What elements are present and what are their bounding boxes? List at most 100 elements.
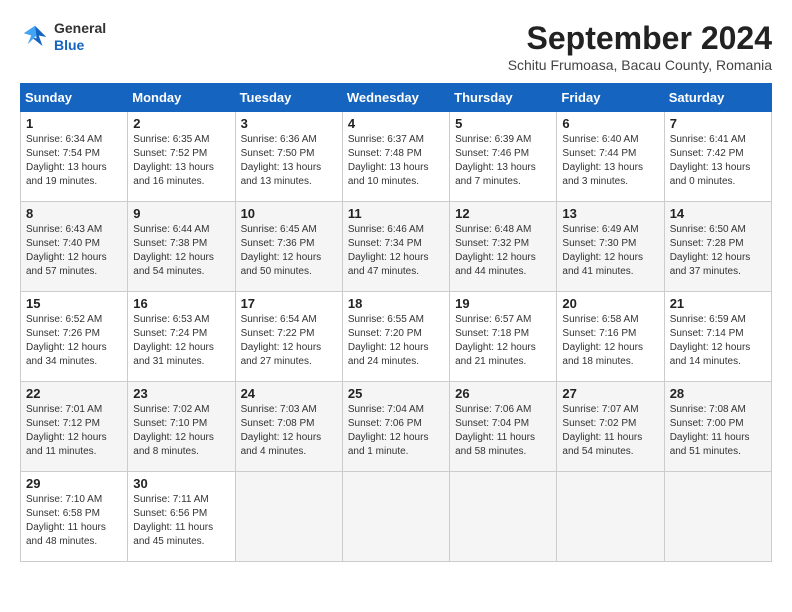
calendar-cell-16: 16Sunrise: 6:53 AMSunset: 7:24 PMDayligh… — [128, 292, 235, 382]
calendar-cell-30: 30 Sunrise: 7:11 AMSunset: 6:56 PMDayligh… — [128, 472, 235, 562]
cell-text-6: Sunrise: 6:40 AMSunset: 7:44 PMDaylight:… — [562, 133, 658, 189]
day-number-25: 25 — [348, 386, 444, 401]
calendar-cell-8: 8 Sunrise: 6:43 AMSunset: 7:40 PMDaylight… — [21, 202, 128, 292]
calendar-cell-10: 10 Sunrise: 6:45 AMSunset: 7:36 PMDayligh… — [235, 202, 342, 292]
day-number-21: 21 — [670, 296, 766, 311]
day-number-6: 6 — [562, 116, 658, 131]
col-sunday: Sunday — [21, 84, 128, 112]
cell-text-17: Sunrise: 6:54 AMSunset: 7:22 PMDaylight:… — [241, 313, 337, 369]
cell-text-14: Sunrise: 6:50 AMSunset: 7:28 PMDaylight:… — [670, 223, 766, 279]
week-row-5: 29 Sunrise: 7:10 AMSunset: 6:58 PMDayligh… — [21, 472, 772, 562]
cell-text-29: Sunrise: 7:10 AMSunset: 6:58 PMDaylight:… — [26, 493, 122, 549]
col-tuesday: Tuesday — [235, 84, 342, 112]
week-row-2: 8 Sunrise: 6:43 AMSunset: 7:40 PMDaylight… — [21, 202, 772, 292]
day-number-29: 29 — [26, 476, 122, 491]
calendar-cell-12: 12 Sunrise: 6:48 AMSunset: 7:32 PMDayligh… — [450, 202, 557, 292]
calendar-cell-empty — [235, 472, 342, 562]
day-number-13: 13 — [562, 206, 658, 221]
cell-text-23: Sunrise: 7:02 AMSunset: 7:10 PMDaylight:… — [133, 403, 229, 459]
logo-icon — [20, 22, 50, 52]
day-number-30: 30 — [133, 476, 229, 491]
calendar-cell-5: 5 Sunrise: 6:39 AMSunset: 7:46 PMDaylight… — [450, 112, 557, 202]
day-number-22: 22 — [26, 386, 122, 401]
day-number-1: 1 — [26, 116, 122, 131]
col-friday: Friday — [557, 84, 664, 112]
cell-text-3: Sunrise: 6:36 AMSunset: 7:50 PMDaylight:… — [241, 133, 337, 189]
calendar-cell-1: 1 Sunrise: 6:34 AMSunset: 7:54 PMDaylight… — [21, 112, 128, 202]
cell-text-9: Sunrise: 6:44 AMSunset: 7:38 PMDaylight:… — [133, 223, 229, 279]
day-number-15: 15 — [26, 296, 122, 311]
calendar-cell-11: 11 Sunrise: 6:46 AMSunset: 7:34 PMDayligh… — [342, 202, 449, 292]
day-number-11: 11 — [348, 206, 444, 221]
logo-line2: Blue — [54, 37, 106, 54]
logo: General Blue — [20, 20, 106, 54]
calendar-cell-15: 15 Sunrise: 6:52 AMSunset: 7:26 PMDayligh… — [21, 292, 128, 382]
calendar-cell-6: 6 Sunrise: 6:40 AMSunset: 7:44 PMDaylight… — [557, 112, 664, 202]
cell-text-16: Sunrise: 6:53 AMSunset: 7:24 PMDaylight:… — [133, 313, 229, 369]
cell-text-30: Sunrise: 7:11 AMSunset: 6:56 PMDaylight:… — [133, 493, 229, 549]
calendar-cell-19: 19 Sunrise: 6:57 AMSunset: 7:18 PMDayligh… — [450, 292, 557, 382]
calendar-table: Sunday Monday Tuesday Wednesday Thursday… — [20, 83, 772, 562]
day-number-8: 8 — [26, 206, 122, 221]
calendar-cell-22: 22Sunrise: 7:01 AMSunset: 7:12 PMDayligh… — [21, 382, 128, 472]
calendar-cell-18: 18Sunrise: 6:55 AMSunset: 7:20 PMDayligh… — [342, 292, 449, 382]
calendar-header-row: Sunday Monday Tuesday Wednesday Thursday… — [21, 84, 772, 112]
cell-text-1: Sunrise: 6:34 AMSunset: 7:54 PMDaylight:… — [26, 133, 122, 189]
day-number-7: 7 — [670, 116, 766, 131]
cell-text-4: Sunrise: 6:37 AMSunset: 7:48 PMDaylight:… — [348, 133, 444, 189]
cell-text-21: Sunrise: 6:59 AMSunset: 7:14 PMDaylight:… — [670, 313, 766, 369]
cell-text-24: Sunrise: 7:03 AMSunset: 7:08 PMDaylight:… — [241, 403, 337, 459]
day-number-24: 24 — [241, 386, 337, 401]
calendar-cell-3: 3 Sunrise: 6:36 AMSunset: 7:50 PMDaylight… — [235, 112, 342, 202]
day-number-2: 2 — [133, 116, 229, 131]
calendar-cell-4: 4 Sunrise: 6:37 AMSunset: 7:48 PMDaylight… — [342, 112, 449, 202]
calendar-cell-20: 20Sunrise: 6:58 AMSunset: 7:16 PMDayligh… — [557, 292, 664, 382]
day-number-17: 17 — [241, 296, 337, 311]
cell-text-19: Sunrise: 6:57 AMSunset: 7:18 PMDaylight:… — [455, 313, 551, 369]
day-number-28: 28 — [670, 386, 766, 401]
cell-text-10: Sunrise: 6:45 AMSunset: 7:36 PMDaylight:… — [241, 223, 337, 279]
calendar-cell-9: 9Sunrise: 6:44 AMSunset: 7:38 PMDaylight… — [128, 202, 235, 292]
cell-text-8: Sunrise: 6:43 AMSunset: 7:40 PMDaylight:… — [26, 223, 122, 279]
location: Schitu Frumoasa, Bacau County, Romania — [508, 57, 772, 73]
day-number-4: 4 — [348, 116, 444, 131]
col-saturday: Saturday — [664, 84, 771, 112]
day-number-23: 23 — [133, 386, 229, 401]
calendar-cell-29: 29 Sunrise: 7:10 AMSunset: 6:58 PMDayligh… — [21, 472, 128, 562]
cell-text-11: Sunrise: 6:46 AMSunset: 7:34 PMDaylight:… — [348, 223, 444, 279]
calendar-cell-24: 24 Sunrise: 7:03 AMSunset: 7:08 PMDayligh… — [235, 382, 342, 472]
logo-text: General Blue — [54, 20, 106, 54]
day-number-5: 5 — [455, 116, 551, 131]
cell-text-5: Sunrise: 6:39 AMSunset: 7:46 PMDaylight:… — [455, 133, 551, 189]
col-wednesday: Wednesday — [342, 84, 449, 112]
cell-text-12: Sunrise: 6:48 AMSunset: 7:32 PMDaylight:… — [455, 223, 551, 279]
calendar-cell-empty — [664, 472, 771, 562]
day-number-12: 12 — [455, 206, 551, 221]
week-row-1: 1 Sunrise: 6:34 AMSunset: 7:54 PMDaylight… — [21, 112, 772, 202]
day-number-19: 19 — [455, 296, 551, 311]
calendar-cell-2: 2Sunrise: 6:35 AMSunset: 7:52 PMDaylight… — [128, 112, 235, 202]
calendar-cell-7: 7 Sunrise: 6:41 AMSunset: 7:42 PMDaylight… — [664, 112, 771, 202]
day-number-20: 20 — [562, 296, 658, 311]
calendar-cell-13: 13Sunrise: 6:49 AMSunset: 7:30 PMDayligh… — [557, 202, 664, 292]
cell-text-15: Sunrise: 6:52 AMSunset: 7:26 PMDaylight:… — [26, 313, 122, 369]
page-header: General Blue September 2024 Schitu Frumo… — [20, 20, 772, 73]
calendar-cell-27: 27Sunrise: 7:07 AMSunset: 7:02 PMDayligh… — [557, 382, 664, 472]
day-number-3: 3 — [241, 116, 337, 131]
calendar-cell-23: 23 Sunrise: 7:02 AMSunset: 7:10 PMDayligh… — [128, 382, 235, 472]
cell-text-18: Sunrise: 6:55 AMSunset: 7:20 PMDaylight:… — [348, 313, 444, 369]
title-block: September 2024 Schitu Frumoasa, Bacau Co… — [508, 20, 772, 73]
cell-text-26: Sunrise: 7:06 AMSunset: 7:04 PMDaylight:… — [455, 403, 551, 459]
cell-text-28: Sunrise: 7:08 AMSunset: 7:00 PMDaylight:… — [670, 403, 766, 459]
cell-text-7: Sunrise: 6:41 AMSunset: 7:42 PMDaylight:… — [670, 133, 766, 189]
calendar-cell-21: 21 Sunrise: 6:59 AMSunset: 7:14 PMDayligh… — [664, 292, 771, 382]
calendar-cell-empty — [557, 472, 664, 562]
calendar-cell-25: 25 Sunrise: 7:04 AMSunset: 7:06 PMDayligh… — [342, 382, 449, 472]
cell-text-25: Sunrise: 7:04 AMSunset: 7:06 PMDaylight:… — [348, 403, 444, 459]
day-number-27: 27 — [562, 386, 658, 401]
calendar-cell-14: 14Sunrise: 6:50 AMSunset: 7:28 PMDayligh… — [664, 202, 771, 292]
col-thursday: Thursday — [450, 84, 557, 112]
day-number-10: 10 — [241, 206, 337, 221]
calendar-cell-empty — [342, 472, 449, 562]
calendar-cell-17: 17 Sunrise: 6:54 AMSunset: 7:22 PMDayligh… — [235, 292, 342, 382]
